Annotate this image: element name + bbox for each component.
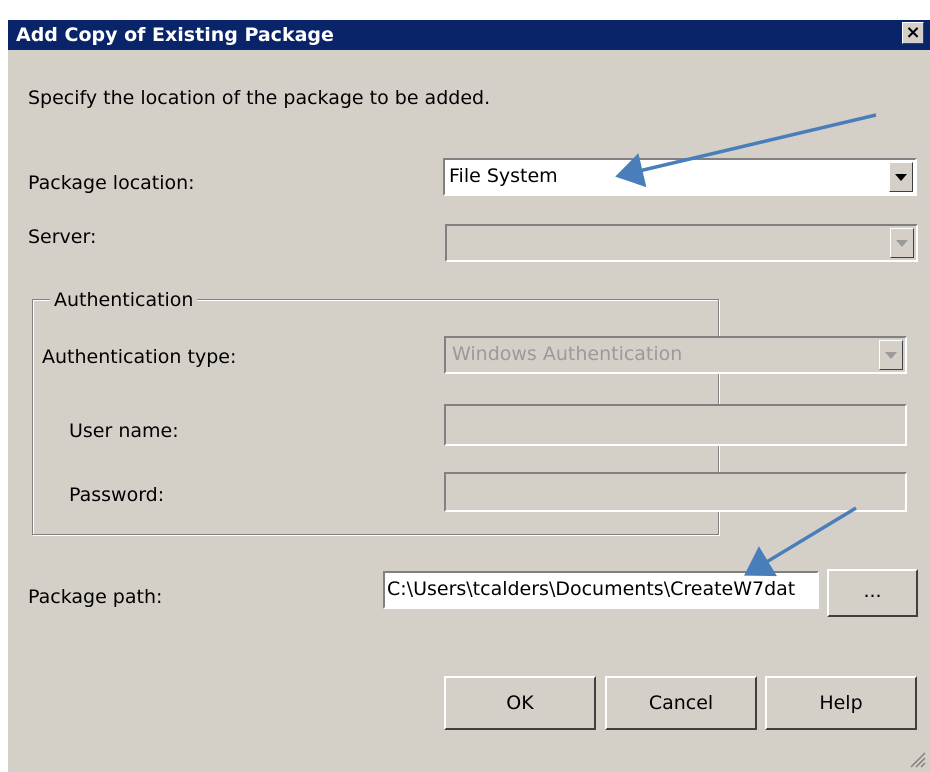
user-name-label: User name: <box>69 420 179 442</box>
package-location-label: Package location: <box>28 172 195 194</box>
ok-button[interactable]: OK <box>444 676 596 730</box>
package-path-label: Package path: <box>28 586 163 608</box>
dialog-title: Add Copy of Existing Package <box>16 24 334 46</box>
authentication-type-value: Windows Authentication <box>452 343 683 365</box>
password-label: Password: <box>69 484 165 506</box>
password-field[interactable] <box>444 472 907 512</box>
close-button[interactable]: × <box>902 22 924 44</box>
background-strip <box>0 0 930 22</box>
browse-button[interactable]: ... <box>827 569 918 617</box>
package-location-value: File System <box>449 165 558 187</box>
user-name-field[interactable] <box>444 404 907 446</box>
instruction-text: Specify the location of the package to b… <box>28 87 491 109</box>
chevron-down-icon <box>885 352 897 359</box>
authentication-type-dropdown[interactable]: Windows Authentication <box>444 336 907 374</box>
authentication-group-label: Authentication <box>50 289 198 311</box>
server-label: Server: <box>28 226 97 248</box>
package-path-input[interactable]: C:\Users\tcalders\Documents\CreateW7dat <box>383 571 819 609</box>
chevron-down-icon <box>895 174 907 181</box>
server-dropdown[interactable] <box>445 224 918 262</box>
close-icon: × <box>905 22 921 43</box>
chevron-down-icon <box>896 240 908 247</box>
package-location-dropdown[interactable]: File System <box>443 158 917 196</box>
package-path-value: C:\Users\tcalders\Documents\CreateW7dat <box>387 578 796 600</box>
add-package-dialog: Add Copy of Existing Package × Specify t… <box>8 20 930 772</box>
authentication-type-label: Authentication type: <box>42 346 237 368</box>
server-dropdown-button[interactable] <box>890 228 914 258</box>
resize-grip-icon[interactable] <box>908 750 926 768</box>
title-bar[interactable]: Add Copy of Existing Package × <box>8 20 930 50</box>
authentication-type-dropdown-button[interactable] <box>879 340 903 370</box>
package-location-dropdown-button[interactable] <box>889 162 913 192</box>
help-button[interactable]: Help <box>765 676 917 730</box>
cancel-button[interactable]: Cancel <box>605 676 757 730</box>
